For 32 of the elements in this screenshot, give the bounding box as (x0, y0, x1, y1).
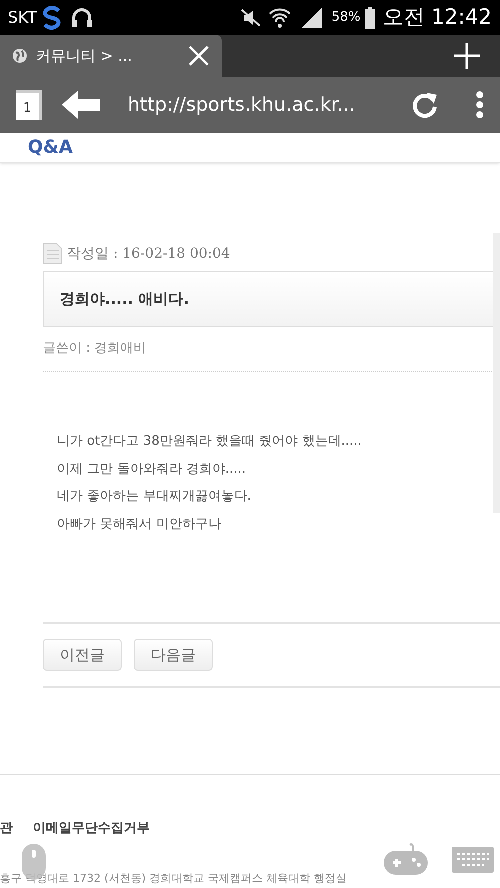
url-field[interactable]: http://sports.khu.ac.kr... (128, 90, 356, 120)
page-heading: Q&A (28, 136, 73, 158)
headphones-icon (71, 8, 94, 28)
wifi-icon (268, 6, 292, 28)
document-icon (43, 243, 63, 265)
signal-icon (300, 8, 324, 28)
footer-link[interactable]: 관 (0, 819, 13, 838)
post-date: 작성일 : 16-02-18 00:04 (67, 244, 230, 264)
body-line: 니가 ot간다고 38만원줘라 했을때 줬어야 했는데..... (57, 433, 363, 451)
footer-link[interactable]: 이메일무단수집거부 (33, 819, 150, 838)
body-line: 이제 그만 돌아와줘라 경희야..... (57, 460, 248, 478)
globe-icon (12, 48, 28, 64)
clock: 오전 12:42 (382, 4, 492, 31)
battery-percent: 58% (332, 8, 361, 27)
close-icon[interactable] (188, 45, 210, 67)
tab-count[interactable]: 1 (16, 90, 42, 120)
footer-address: 흥구 덕영대로 1732 (서천동) 경희대학교 국제캠퍼스 체육대학 행정실 (0, 870, 348, 886)
more-icon[interactable] (476, 91, 484, 119)
nav-button[interactable]: 이전글 (43, 639, 122, 671)
post-author: 글쓴이 : 경희애비 (43, 340, 147, 358)
browser-tab[interactable]: 커뮤니티 > ... (0, 35, 222, 77)
body-line: 네가 좋아하는 부대찌개끓여놓다. (57, 488, 252, 506)
tab-title: 커뮤니티 > ... (36, 46, 132, 67)
back-arrow-icon[interactable] (62, 91, 100, 119)
nav-button[interactable]: 다음글 (134, 639, 213, 671)
reload-icon[interactable] (412, 92, 438, 118)
new-tab-icon[interactable] (454, 43, 480, 69)
logo-icon (41, 6, 64, 30)
post-title: 경희야..... 애비다. (60, 288, 190, 310)
battery-icon (364, 6, 375, 28)
body-line: 아빠가 못해줘서 미안하구나 (57, 516, 222, 534)
carrier-label: SKT (8, 6, 38, 28)
